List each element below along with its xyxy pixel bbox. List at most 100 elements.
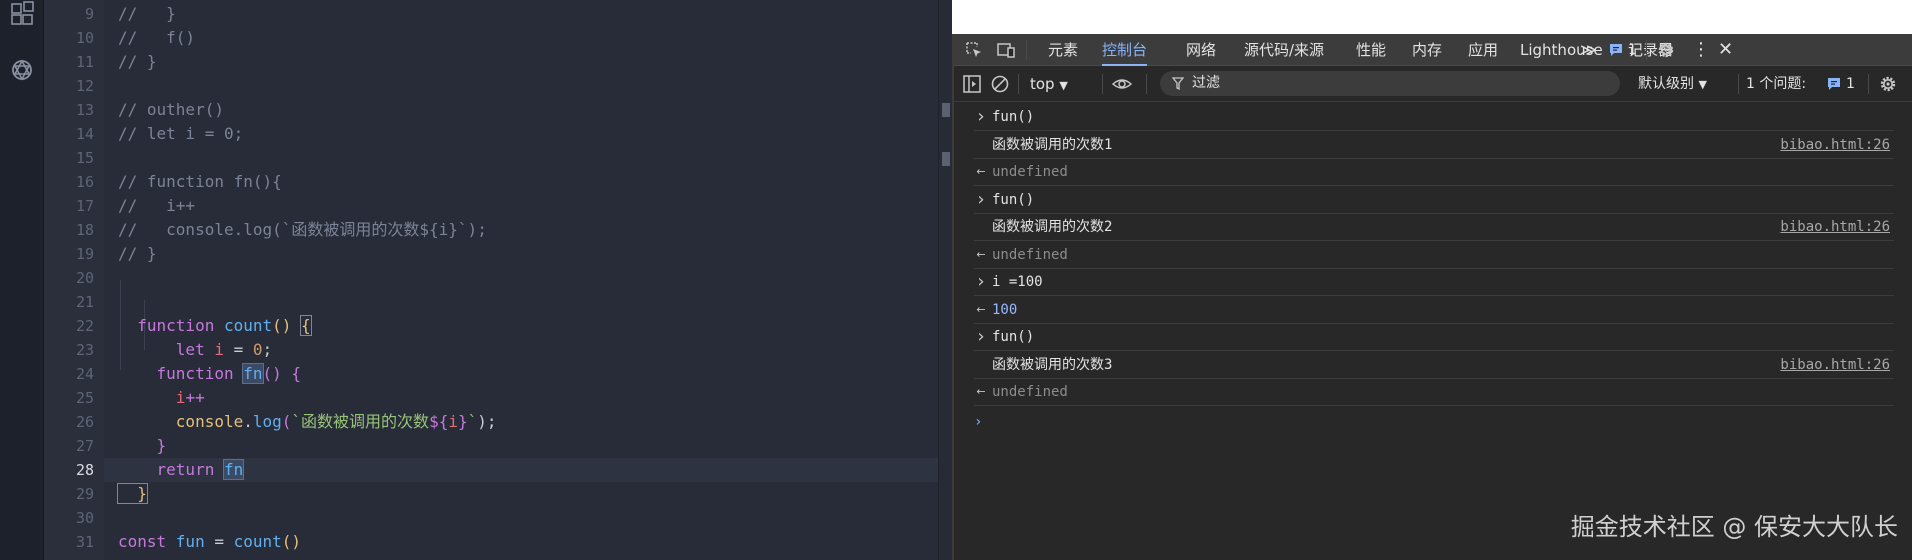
code-token: function bbox=[118, 316, 224, 335]
code-token: } bbox=[118, 436, 167, 455]
console-entry[interactable]: 函数被调用的次数3 bibao.html:26 bbox=[974, 351, 1894, 379]
devtools-tab[interactable]: 内存 bbox=[1412, 34, 1442, 66]
devtools-tab[interactable]: 网络 bbox=[1186, 34, 1216, 66]
code-line[interactable]: // } bbox=[104, 242, 157, 266]
console-output[interactable]: › fun() 函数被调用的次数1 bibao.html:26 ← undefined › f… bbox=[954, 103, 1912, 560]
console-entry[interactable]: ← undefined bbox=[974, 378, 1894, 406]
context-selector[interactable]: top ▼ bbox=[1030, 66, 1068, 104]
code-line[interactable]: console.log(`函数被调用的次数${i}`); bbox=[104, 410, 497, 434]
filter-placeholder: 过滤 bbox=[1192, 75, 1220, 91]
console-entry-text: 函数被调用的次数2 bbox=[992, 219, 1113, 235]
code-line[interactable] bbox=[104, 290, 118, 314]
devtools-tab[interactable]: 性能 bbox=[1356, 34, 1386, 66]
code-token: { bbox=[300, 315, 312, 336]
code-line[interactable] bbox=[104, 74, 118, 98]
code-token: fn bbox=[242, 363, 264, 384]
console-entry-text: 100 bbox=[992, 301, 1018, 318]
console-prompt-chevron-icon[interactable]: › bbox=[974, 414, 994, 430]
console-entry-text: undefined bbox=[992, 384, 1068, 400]
devtools-tab[interactable]: 控制台 bbox=[1102, 34, 1148, 66]
issues-badge-count[interactable]: 1 bbox=[1628, 34, 1637, 66]
inspect-element-icon[interactable] bbox=[964, 40, 984, 60]
line-number: 19 bbox=[75, 245, 94, 263]
code-line[interactable] bbox=[104, 506, 118, 530]
issues-label[interactable]: 1 个问题: bbox=[1746, 66, 1806, 102]
console-entry[interactable]: › fun() bbox=[974, 323, 1894, 351]
code-line[interactable]: // } bbox=[104, 50, 157, 74]
console-entry[interactable]: › fun() bbox=[974, 103, 1894, 131]
code-token: count bbox=[233, 532, 282, 551]
console-entry[interactable]: 函数被调用的次数2 bibao.html:26 bbox=[974, 213, 1894, 241]
line-number: 9 bbox=[84, 5, 94, 23]
scrollbar-marker bbox=[942, 152, 950, 166]
code-line[interactable]: i++ bbox=[104, 386, 205, 410]
activity-bar bbox=[0, 0, 44, 560]
devtools-tab[interactable]: 应用 bbox=[1468, 34, 1498, 66]
log-level-dropdown[interactable]: 默认级别 ▼ bbox=[1638, 66, 1707, 103]
code-line[interactable]: return fn bbox=[104, 458, 938, 482]
devtools-tab[interactable]: 元素 bbox=[1048, 34, 1078, 66]
close-devtools-icon[interactable]: ✕ bbox=[1718, 34, 1733, 66]
chatgpt-icon[interactable] bbox=[8, 56, 36, 84]
code-token: count bbox=[223, 316, 273, 335]
code-line[interactable]: // let i = 0; bbox=[104, 122, 243, 146]
code-area[interactable]: // } // f() // } // outher() // let i = 0; //… bbox=[104, 0, 938, 560]
code-token: () bbox=[272, 316, 302, 335]
clear-console-icon[interactable] bbox=[990, 74, 1010, 94]
sidebar-toggle-icon[interactable] bbox=[962, 74, 982, 94]
code-token: ; bbox=[262, 340, 273, 359]
code-line[interactable]: // i++ bbox=[104, 194, 195, 218]
extensions-icon[interactable] bbox=[8, 0, 36, 28]
issues-count[interactable]: 1 bbox=[1846, 66, 1855, 102]
code-line[interactable]: let i = 0; bbox=[104, 338, 272, 362]
console-filter-input[interactable]: 过滤 bbox=[1160, 71, 1620, 96]
return-arrow-icon: ← bbox=[976, 165, 986, 178]
line-number: 18 bbox=[75, 221, 94, 239]
line-number: 25 bbox=[75, 389, 94, 407]
code-line[interactable]: // } bbox=[104, 2, 176, 26]
line-number-gutter: 9 10 11 12 13 14 15 16 17 18 19 20 21 22 23 24 25 26 27 28 2… bbox=[44, 0, 104, 560]
device-toolbar-icon[interactable] bbox=[996, 40, 1016, 60]
code-line[interactable] bbox=[104, 266, 118, 290]
code-line[interactable]: const fun = count() bbox=[104, 530, 301, 554]
console-entry[interactable]: › i =100 bbox=[974, 268, 1894, 296]
console-entry[interactable]: ← undefined bbox=[974, 241, 1894, 269]
code-line[interactable]: function fn() { bbox=[104, 362, 301, 386]
code-line[interactable]: // outher() bbox=[104, 98, 224, 122]
code-line[interactable]: } bbox=[104, 434, 167, 458]
console-entry[interactable]: 函数被调用的次数1 bibao.html:26 bbox=[974, 131, 1894, 159]
return-arrow-icon: ← bbox=[976, 302, 986, 316]
code-line[interactable]: // function fn(){ bbox=[104, 170, 282, 194]
code-line[interactable] bbox=[104, 146, 118, 170]
line-number: 29 bbox=[75, 485, 94, 503]
code-line[interactable]: } bbox=[104, 482, 148, 506]
code-line[interactable]: // console.log(`函数被调用的次数${i}`); bbox=[104, 218, 487, 242]
devtools-tab[interactable]: 源代码/来源 bbox=[1244, 34, 1324, 66]
console-settings-gear-icon[interactable] bbox=[1878, 74, 1898, 94]
more-options-icon[interactable]: ⋮ bbox=[1692, 34, 1710, 66]
code-token: // } bbox=[118, 244, 157, 263]
line-number: 15 bbox=[75, 149, 94, 167]
source-link[interactable]: bibao.html:26 bbox=[1780, 131, 1890, 159]
code-token: ${ bbox=[429, 412, 449, 431]
live-expression-eye-icon[interactable] bbox=[1112, 74, 1132, 94]
console-entry[interactable]: › fun() bbox=[974, 186, 1894, 214]
source-link[interactable]: bibao.html:26 bbox=[1780, 213, 1890, 241]
source-link[interactable]: bibao.html:26 bbox=[1780, 351, 1890, 379]
more-tabs-icon[interactable]: ≫ bbox=[1580, 34, 1597, 66]
code-line[interactable] bbox=[104, 554, 118, 560]
code-token: // outher() bbox=[118, 100, 224, 119]
editor-scrollbar[interactable] bbox=[938, 0, 952, 560]
settings-gear-icon[interactable] bbox=[1656, 40, 1676, 60]
code-token: // i++ bbox=[118, 196, 196, 215]
code-editor[interactable]: 9 10 11 12 13 14 15 16 17 18 19 20 21 22 23 24 25 26 27 28 2… bbox=[44, 0, 952, 560]
issues-chat-icon[interactable] bbox=[1608, 42, 1624, 58]
code-line[interactable]: // f() bbox=[104, 26, 195, 50]
issues-chat-icon[interactable] bbox=[1826, 76, 1842, 92]
code-token: // function fn(){ bbox=[118, 172, 282, 191]
console-entry[interactable]: ← 100 bbox=[974, 296, 1894, 324]
console-entry[interactable]: ← undefined bbox=[974, 158, 1894, 186]
code-line[interactable]: function count() { bbox=[104, 314, 312, 338]
line-number: 10 bbox=[75, 29, 94, 47]
code-token: () bbox=[262, 364, 292, 383]
